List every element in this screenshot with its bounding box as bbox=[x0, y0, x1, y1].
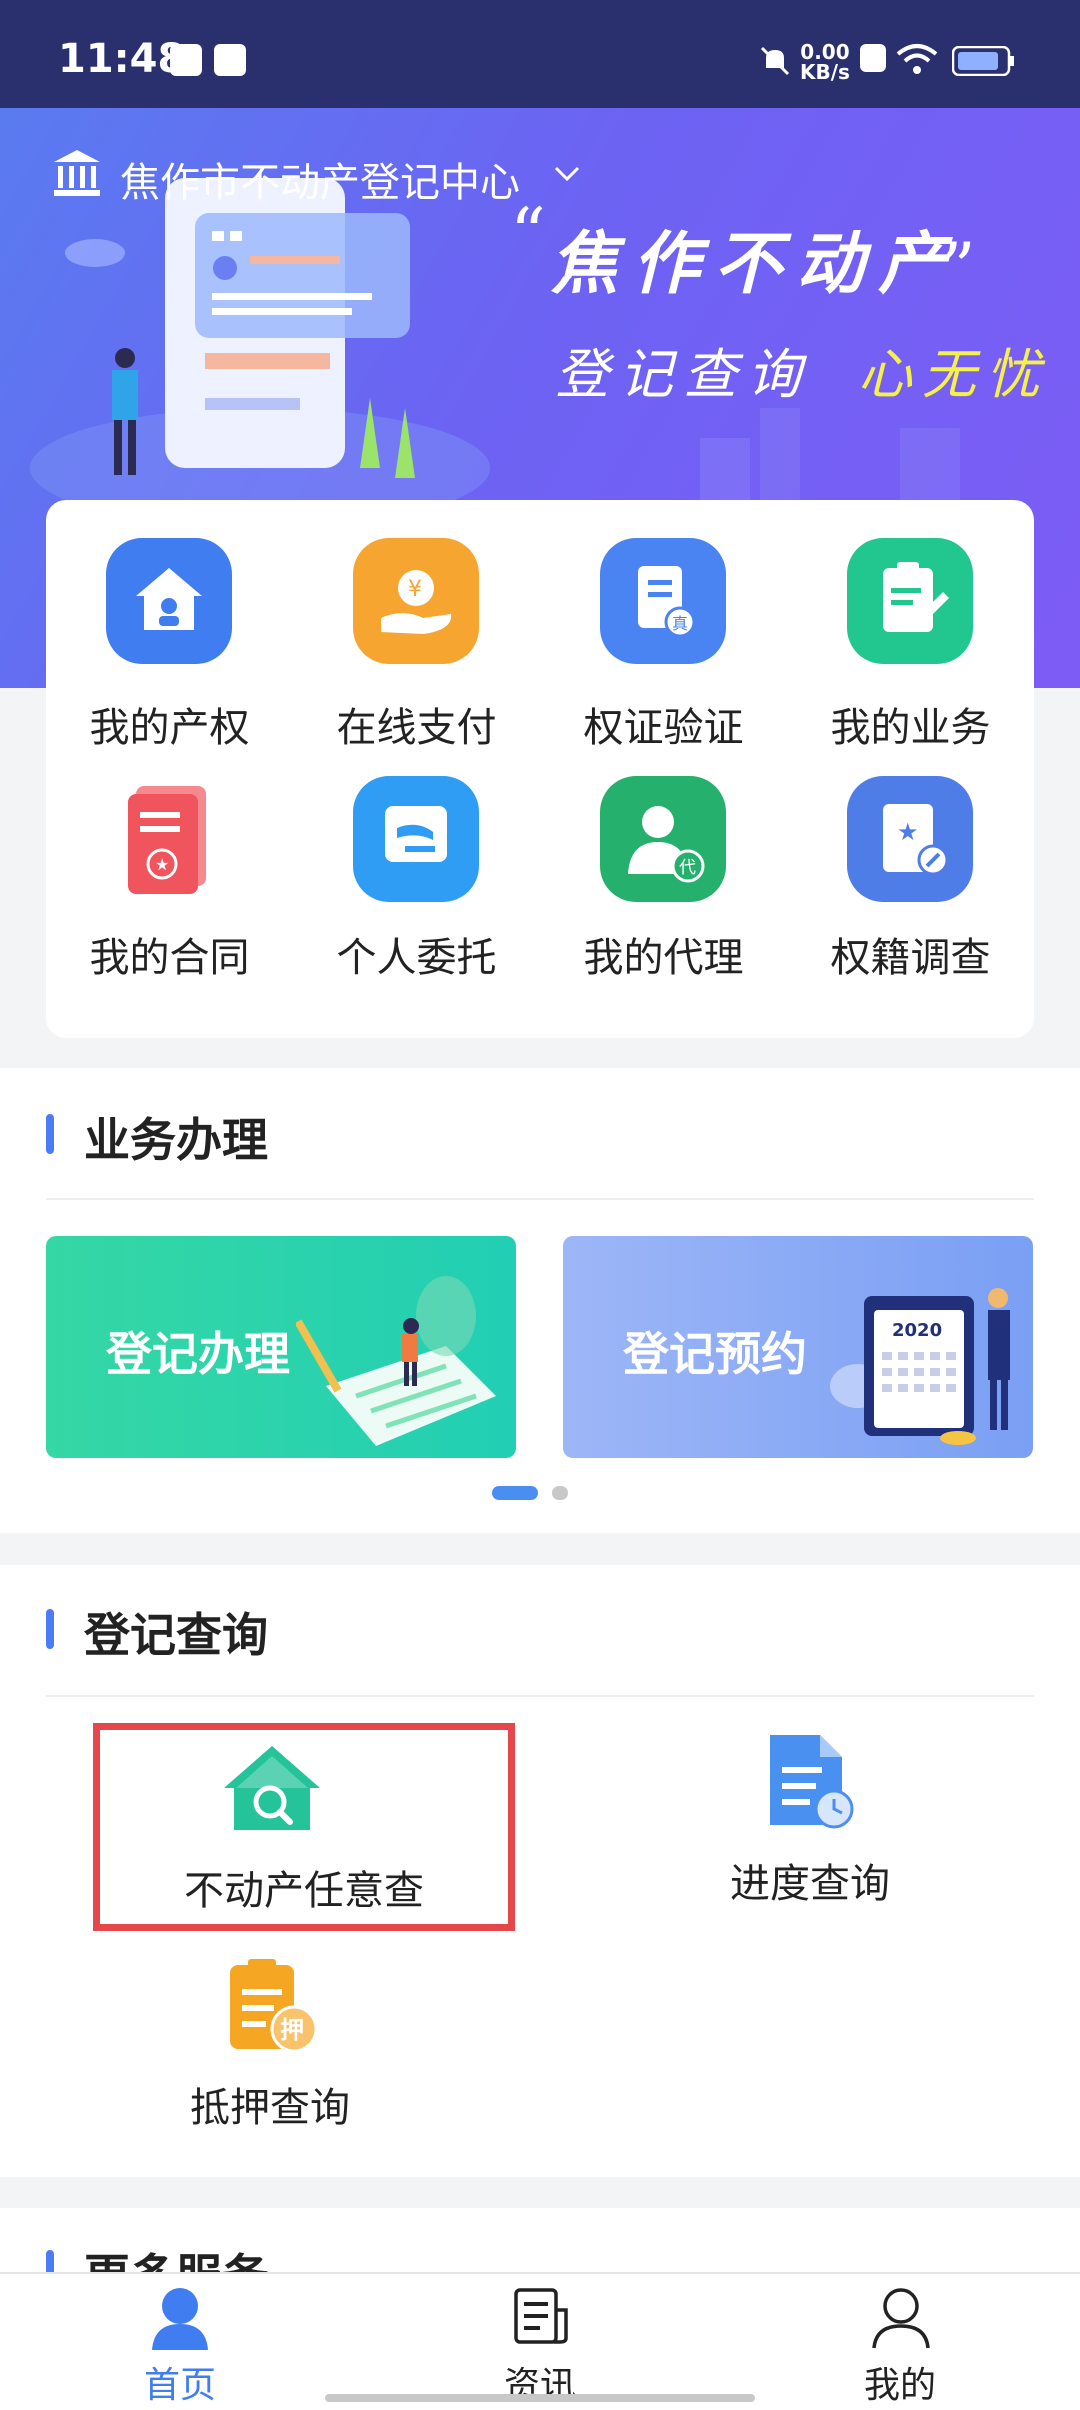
battery-icon bbox=[952, 46, 1014, 76]
mortgage-badge: 押 bbox=[280, 2016, 304, 2044]
quick-label: 我的产权 bbox=[89, 705, 250, 751]
carousel-dot[interactable] bbox=[552, 1486, 568, 1500]
svg-text:★: ★ bbox=[897, 818, 919, 846]
agent-person-icon: 代 bbox=[600, 776, 726, 902]
more-services-section: 更多服务 bbox=[0, 2208, 1080, 2272]
notification-icon bbox=[214, 44, 246, 76]
wifi-icon bbox=[896, 44, 938, 74]
home-indicator[interactable] bbox=[325, 2394, 755, 2402]
house-user-icon bbox=[106, 538, 232, 664]
house-search-icon bbox=[224, 1746, 320, 1830]
query-progress[interactable]: 进度查询 bbox=[670, 1731, 950, 1931]
hand-card-icon bbox=[353, 776, 479, 902]
status-bar: 11:48 0.00 KB/s bbox=[0, 0, 1080, 108]
quick-label: 我的合同 bbox=[89, 935, 250, 981]
query-section: 登记查询 不动产任意查 进度查询 押 抵押查询 bbox=[0, 1565, 1080, 2177]
user-icon bbox=[872, 2288, 930, 2349]
quick-personal-entrust[interactable]: 个人委托 bbox=[293, 758, 540, 1008]
message-icon bbox=[170, 44, 202, 76]
tab-label: 我的 bbox=[863, 2365, 936, 2406]
tab-label: 首页 bbox=[143, 2365, 216, 2406]
section-title: 登记查询 bbox=[84, 1608, 268, 1662]
query-label: 进度查询 bbox=[730, 1861, 890, 1907]
certificate-verify-icon: 真 bbox=[600, 538, 726, 664]
chevron-down-icon[interactable] bbox=[552, 162, 582, 186]
tab-news[interactable]: 资讯 bbox=[440, 2274, 640, 2410]
home-person-icon bbox=[152, 2288, 208, 2350]
svg-text:★: ★ bbox=[155, 855, 169, 874]
mute-icon bbox=[760, 46, 790, 76]
center-name[interactable]: 焦作市不动产登记中心 bbox=[120, 150, 520, 208]
query-mortgage[interactable]: 押 抵押查询 bbox=[130, 1955, 410, 2155]
quick-ownership-survey[interactable]: ★ 权籍调查 bbox=[787, 758, 1034, 1008]
contract-stamp-icon: ★ bbox=[106, 776, 232, 902]
tab-home[interactable]: 首页 bbox=[80, 2274, 280, 2410]
svg-text:真: 真 bbox=[672, 614, 688, 633]
quick-label: 权证验证 bbox=[583, 705, 744, 751]
query-label: 不动产任意查 bbox=[184, 1868, 424, 1914]
section-divider bbox=[46, 1695, 1034, 1697]
quick-label: 在线支付 bbox=[336, 705, 497, 751]
slogan-line2a: 登记查询 bbox=[555, 343, 811, 406]
book-star-icon: ★ bbox=[847, 776, 973, 902]
quick-my-contract[interactable]: ★ 我的合同 bbox=[46, 758, 293, 1008]
building-icon bbox=[54, 150, 100, 196]
section-accent bbox=[46, 1609, 54, 1649]
bottom-tab-bar: 首页 资讯 我的 bbox=[0, 2272, 1080, 2410]
section-accent bbox=[46, 1114, 54, 1154]
quick-my-property[interactable]: 我的产权 bbox=[46, 520, 293, 770]
card-registration-appointment[interactable]: 登记预约 2020 bbox=[563, 1236, 1033, 1458]
document-clock-icon bbox=[770, 1735, 854, 1829]
slogan-line1: 焦作不动产 bbox=[550, 225, 961, 304]
quick-certificate-verify[interactable]: 真 权证验证 bbox=[540, 520, 787, 770]
clipboard-edit-icon bbox=[847, 538, 973, 664]
quick-online-pay[interactable]: ¥ 在线支付 bbox=[293, 520, 540, 770]
network-speed: 0.00 KB/s bbox=[800, 40, 850, 84]
news-icon bbox=[514, 2288, 568, 2344]
card-registration-process[interactable]: 登记办理 bbox=[46, 1236, 516, 1458]
calendar-year: 2020 bbox=[892, 1320, 942, 1341]
quick-label: 个人委托 bbox=[336, 935, 497, 981]
section-title: 更多服务 bbox=[84, 2240, 268, 2272]
quick-label: 我的代理 bbox=[583, 935, 744, 981]
quick-label: 权籍调查 bbox=[830, 935, 991, 981]
svg-text:¥: ¥ bbox=[408, 577, 422, 602]
card-label: 登记预约 bbox=[623, 1327, 807, 1381]
quick-label: 我的业务 bbox=[830, 705, 991, 751]
svg-text:代: 代 bbox=[679, 858, 696, 878]
tab-mine[interactable]: 我的 bbox=[800, 2274, 1000, 2410]
section-title: 业务办理 bbox=[84, 1113, 268, 1167]
mortgage-clipboard-icon: 押 bbox=[230, 1959, 318, 2053]
quick-my-business[interactable]: 我的业务 bbox=[787, 520, 1034, 770]
section-divider bbox=[46, 1198, 1034, 1200]
slogan-line2b: 心无忧 bbox=[858, 343, 1050, 406]
sim-off-icon bbox=[860, 44, 886, 72]
section-accent bbox=[46, 2250, 54, 2272]
registration-illustration bbox=[296, 1276, 496, 1446]
card-label: 登记办理 bbox=[106, 1327, 290, 1381]
query-any-property[interactable]: 不动产任意查 bbox=[93, 1723, 515, 1931]
appointment-illustration: 2020 bbox=[830, 1288, 1010, 1445]
status-time: 11:48 bbox=[58, 36, 186, 82]
business-section: 业务办理 登记办理 登记预约 2020 bbox=[0, 1068, 1080, 1533]
carousel-dot-active[interactable] bbox=[492, 1486, 538, 1500]
query-label: 抵押查询 bbox=[190, 2085, 350, 2131]
hand-coin-icon: ¥ bbox=[353, 538, 479, 664]
quick-my-agent[interactable]: 代 我的代理 bbox=[540, 758, 787, 1008]
quick-actions-card: 我的产权 ¥ 在线支付 真 权证验证 我的业务 ★ 我的合同 个人委托 代 我的… bbox=[46, 500, 1034, 1038]
